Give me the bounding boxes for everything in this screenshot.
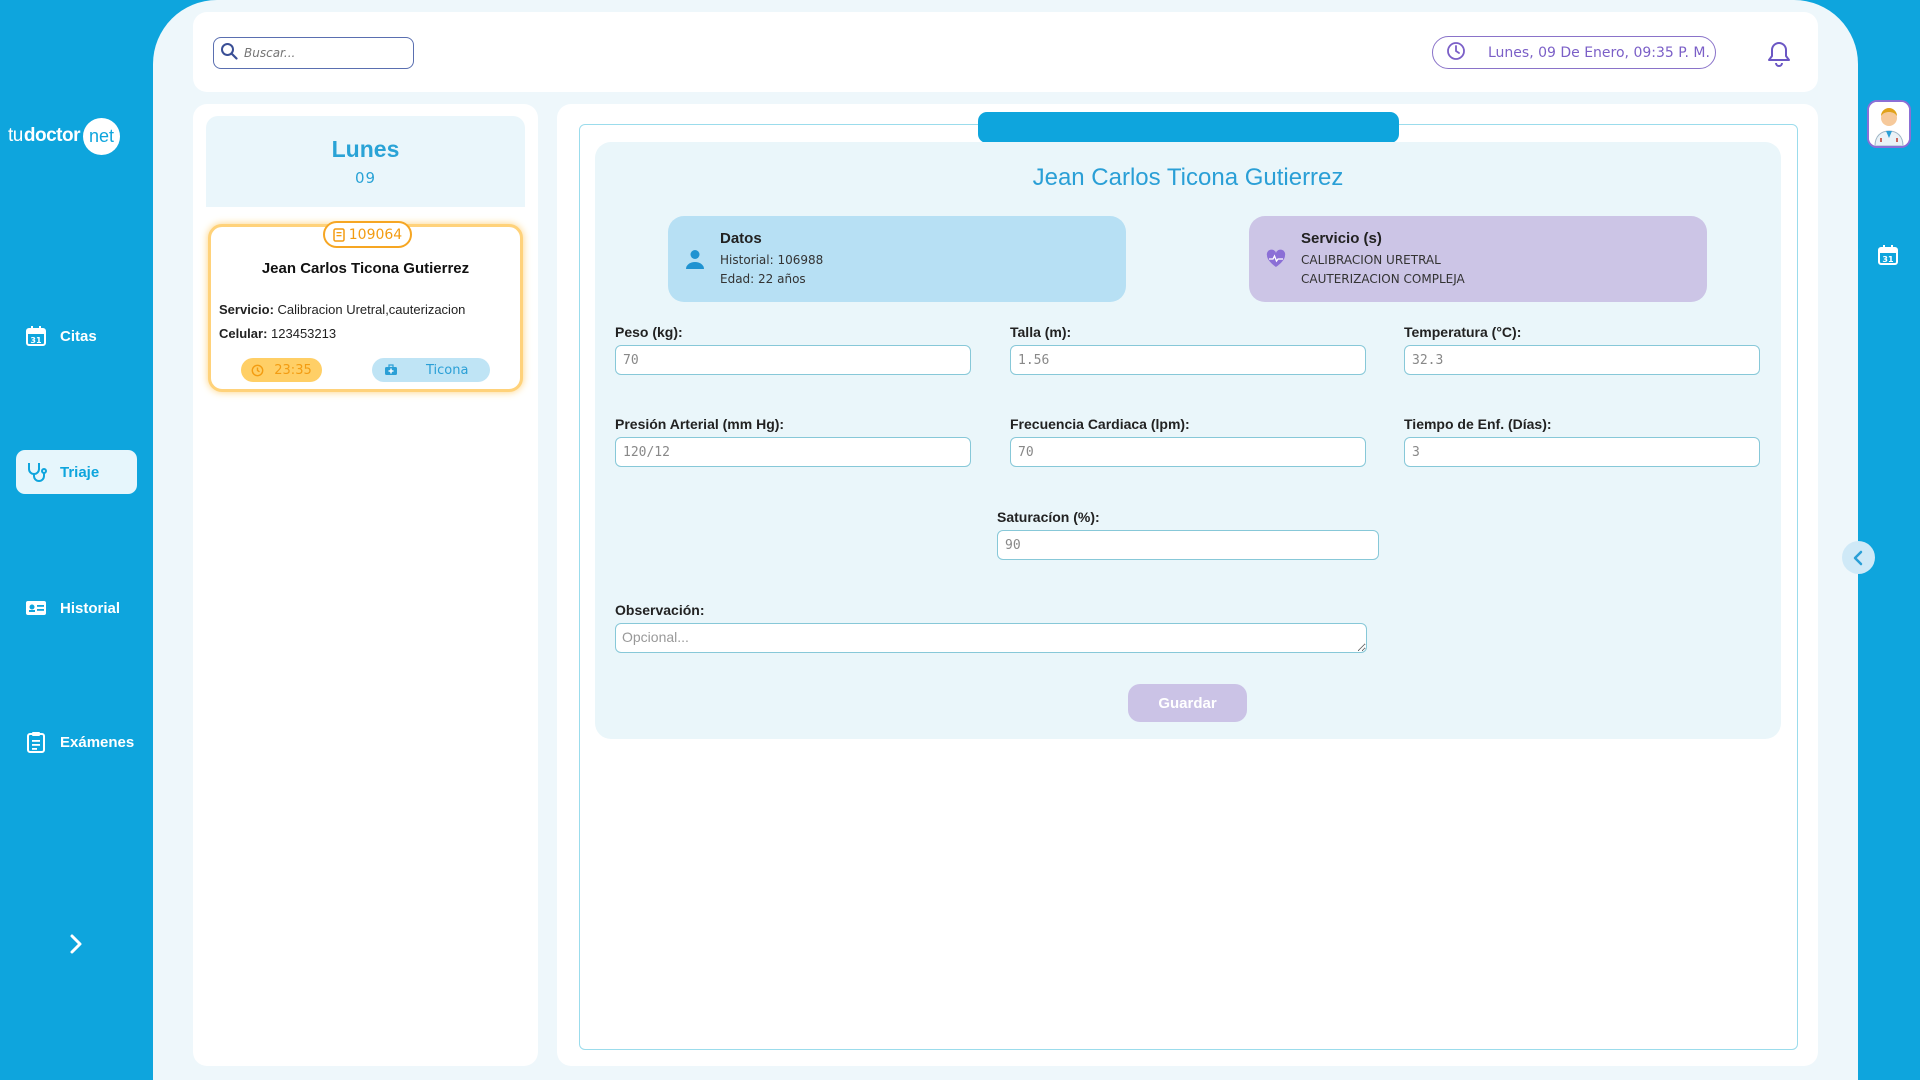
- appointment-code: 109064: [348, 226, 403, 243]
- patient-name: Jean Carlos Ticona Gutierrez: [1032, 164, 1344, 191]
- day-name: Lunes: [331, 136, 400, 162]
- presion-input[interactable]: [615, 437, 971, 467]
- chevron-left-icon[interactable]: [1842, 541, 1875, 574]
- services-box: Servicio (s) CALIBRACION URETRAL CAUTERI…: [1249, 216, 1707, 302]
- appointment-card[interactable]: 109064 Jean Carlos Ticona Gutierrez Serv…: [208, 221, 523, 392]
- appointment-patient-name: Jean Carlos Ticona Gutierrez: [261, 260, 470, 277]
- sidebar-item-label: Citas: [60, 327, 97, 345]
- tiempo-input[interactable]: [1404, 437, 1760, 467]
- saturacion-input[interactable]: [997, 530, 1379, 560]
- peso-label: Peso (kg):: [615, 324, 683, 340]
- appointment-time-badge: 23:35: [241, 358, 322, 382]
- clock-icon: [251, 364, 264, 377]
- patient-history: Historial: 106988: [720, 252, 824, 267]
- tiempo-field-group: Tiempo de Enf. (Días):: [1404, 416, 1760, 467]
- frecuencia-input[interactable]: [1010, 437, 1366, 467]
- appointments-panel: Lunes 09 109064 Jean Carlos Ticona Gutie…: [193, 104, 538, 1066]
- datetime-display: Lunes, 09 De Enero, 09:35 P. M.: [1432, 36, 1716, 69]
- clipboard-icon: [25, 731, 47, 753]
- services-title: Servicio (s): [1301, 229, 1382, 247]
- main-frame: Lunes, 09 De Enero, 09:35 P. M. Lunes 09…: [153, 0, 1858, 1080]
- sidebar-item-historial[interactable]: Historial: [16, 586, 137, 630]
- talla-label: Talla (m):: [1010, 324, 1072, 340]
- user-icon: [684, 248, 706, 270]
- triage-header-bar: [978, 112, 1399, 143]
- peso-input[interactable]: [615, 345, 971, 375]
- phone-value: 123453213: [271, 326, 337, 341]
- service-item: CAUTERIZACION COMPLEJA: [1301, 271, 1465, 286]
- logo-part-tu: tu: [8, 125, 23, 146]
- svg-text:31: 31: [1882, 255, 1894, 264]
- heart-pulse-icon: [1265, 248, 1287, 270]
- talla-field-group: Talla (m):: [1010, 324, 1366, 375]
- service-value: Calibracion Uretral,cauterizacion: [277, 302, 466, 317]
- logo-part-net: net: [82, 117, 120, 155]
- appointment-doctor: Ticona: [426, 362, 469, 378]
- sidebar-item-label: Triaje: [60, 463, 100, 481]
- bell-icon[interactable]: [1766, 40, 1792, 68]
- frecuencia-label: Frecuencia Cardiaca (lpm):: [1010, 416, 1190, 432]
- top-bar: Lunes, 09 De Enero, 09:35 P. M.: [193, 12, 1818, 92]
- appointment-time: 23:35: [274, 362, 312, 378]
- svg-text:31: 31: [30, 336, 42, 345]
- observacion-field-group: Observación:: [615, 602, 1367, 657]
- sidebar-item-citas[interactable]: 31 Citas: [16, 314, 137, 358]
- clock-icon: [1446, 41, 1466, 65]
- appointment-service: Servicio: Calibracion Uretral,cauterizac…: [219, 302, 465, 317]
- service-label: Servicio:: [219, 302, 274, 317]
- appointment-code-badge: 109064: [323, 221, 412, 248]
- saturacion-label: Saturacíon (%):: [997, 509, 1100, 525]
- talla-input[interactable]: [1010, 345, 1366, 375]
- appointment-phone: Celular: 123453213: [219, 326, 336, 341]
- app-logo[interactable]: tu doctor net: [8, 117, 120, 155]
- tiempo-label: Tiempo de Enf. (Días):: [1404, 416, 1552, 432]
- patient-age: Edad: 22 años: [720, 271, 806, 286]
- presion-field-group: Presión Arterial (mm Hg):: [615, 416, 971, 467]
- temperatura-input[interactable]: [1404, 345, 1760, 375]
- save-button[interactable]: Guardar: [1128, 684, 1247, 722]
- appointment-doctor-badge: Ticona: [372, 358, 490, 382]
- frecuencia-field-group: Frecuencia Cardiaca (lpm):: [1010, 416, 1366, 467]
- triage-panel: Jean Carlos Ticona Gutierrez Datos Histo…: [557, 104, 1818, 1066]
- sidebar-item-triaje[interactable]: Triaje: [16, 450, 137, 494]
- stethoscope-icon: [25, 461, 47, 483]
- sidebar-item-label: Exámenes: [60, 733, 135, 751]
- search-icon: [220, 42, 238, 64]
- temperatura-label: Temperatura (°C):: [1404, 324, 1522, 340]
- sidebar: tu doctor net 31 Citas Triaje Historial …: [0, 0, 153, 1080]
- calendar-icon[interactable]: 31: [1877, 244, 1899, 266]
- presion-label: Presión Arterial (mm Hg):: [615, 416, 785, 432]
- saturacion-field-group: Saturacíon (%):: [997, 509, 1379, 560]
- chevron-right-icon[interactable]: [64, 932, 88, 956]
- calendar-icon: 31: [25, 325, 47, 347]
- document-icon: [333, 227, 345, 242]
- sidebar-item-examenes[interactable]: Exámenes: [16, 720, 137, 764]
- service-item: CALIBRACION URETRAL: [1301, 252, 1441, 267]
- doctor-avatar[interactable]: [1867, 100, 1911, 148]
- sidebar-item-label: Historial: [60, 599, 121, 617]
- triage-form: Jean Carlos Ticona Gutierrez Datos Histo…: [595, 142, 1781, 739]
- search-box[interactable]: [213, 37, 414, 69]
- patient-data-box: Datos Historial: 106988 Edad: 22 años: [668, 216, 1126, 302]
- temperatura-field-group: Temperatura (°C):: [1404, 324, 1760, 375]
- datetime-text: Lunes, 09 De Enero, 09:35 P. M.: [1488, 44, 1710, 61]
- search-input[interactable]: [244, 46, 404, 60]
- phone-label: Celular:: [219, 326, 268, 341]
- patient-data-title: Datos: [720, 229, 762, 247]
- day-number: 09: [354, 169, 377, 187]
- id-card-icon: [25, 597, 47, 619]
- observacion-label: Observación:: [615, 602, 705, 618]
- medical-kit-icon: [384, 364, 398, 376]
- peso-field-group: Peso (kg):: [615, 324, 971, 375]
- observacion-textarea[interactable]: [615, 623, 1367, 653]
- logo-part-doctor: doctor: [23, 125, 81, 146]
- day-header: Lunes 09: [206, 116, 525, 207]
